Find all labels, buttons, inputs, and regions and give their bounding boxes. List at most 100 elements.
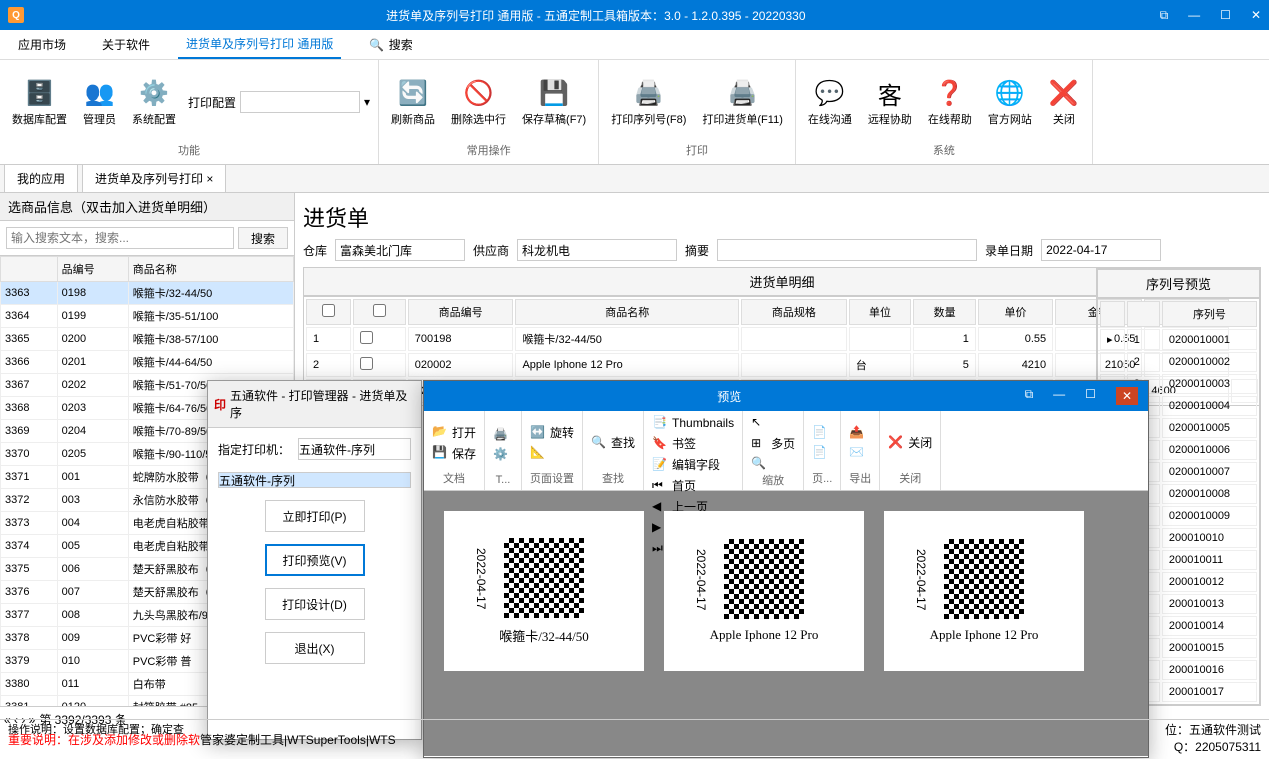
table-row[interactable]: 20200010002 — [1100, 352, 1257, 372]
printer-label: 指定打印机： — [218, 441, 290, 458]
exit-button[interactable]: 退出(X) — [265, 632, 365, 664]
table-row[interactable]: 33640199喉箍卡/35-51/100 — [1, 305, 294, 328]
tab-strip: 我的应用进货单及序列号打印 × — [0, 165, 1269, 193]
summary-input[interactable] — [717, 239, 977, 261]
label-preview: 2022-04-17Apple Iphone 12 Pro — [884, 511, 1084, 671]
online-help-icon: ❓ — [934, 77, 966, 109]
footer-path: 管家婆定制工具|WTSuperTools|WTS — [200, 731, 396, 748]
save-draft-icon: 💾 — [538, 77, 570, 109]
tab-1[interactable]: 进货单及序列号打印 × — [82, 164, 226, 192]
delete-row-button[interactable]: 🚫删除选中行 — [447, 73, 510, 131]
official-icon: 🌐 — [994, 77, 1026, 109]
preview-tool[interactable]: ❌关闭 — [888, 434, 932, 451]
menu-2[interactable]: 进货单及序列号打印 通用版 — [178, 30, 341, 59]
table-row[interactable]: 33630198喉箍卡/32-44/50 — [1, 282, 294, 305]
menu-3[interactable]: 🔍 搜索 — [361, 31, 420, 59]
preview-tool[interactable]: 📐 — [530, 445, 574, 461]
preview-tool[interactable]: 📑Thumbnails — [652, 415, 734, 431]
warehouse-select[interactable] — [335, 239, 465, 261]
supplier-label: 供应商 — [473, 242, 509, 259]
refresh-button[interactable]: 🔄刷新商品 — [387, 73, 439, 131]
table-row[interactable]: 33650200喉箍卡/38-57/100 — [1, 328, 294, 351]
product-panel-title: 选商品信息（双击加入进货单明细） — [0, 193, 294, 221]
close-icon: ❌ — [1048, 77, 1080, 109]
remote-button[interactable]: 客远程协助 — [864, 73, 916, 131]
print-config-select[interactable] — [240, 91, 360, 113]
close-button[interactable]: ❌关闭 — [1044, 73, 1084, 131]
official-button[interactable]: 🌐官方网站 — [984, 73, 1036, 131]
preview-tool[interactable]: ⏮首页 — [652, 477, 734, 494]
serial-header: 序列号预览 — [1097, 269, 1260, 298]
design-button[interactable]: 打印设计(D) — [265, 588, 365, 620]
preview-tool[interactable]: ↔️旋转 — [530, 424, 574, 441]
tab-0[interactable]: 我的应用 — [4, 164, 78, 192]
print-manager-dialog: 印 五通软件 - 打印管理器 - 进货单及序 指定打印机： 立即打印(P) 打印… — [207, 380, 422, 740]
minimize-icon[interactable]: — — [1188, 8, 1200, 23]
preview-tool[interactable]: ✉️ — [849, 445, 871, 461]
remote-icon: 客 — [874, 77, 906, 109]
printer-detail[interactable] — [218, 472, 411, 488]
menu-0[interactable]: 应用市场 — [10, 31, 74, 58]
maximize-icon[interactable]: ☐ — [1220, 8, 1231, 23]
supplier-select[interactable] — [517, 239, 677, 261]
app-icon: Q — [8, 7, 24, 23]
important-note: 重要说明：在涉及添加修改或删除软 — [8, 731, 200, 748]
preview-tool[interactable]: 📄 — [812, 425, 832, 441]
print-serial-icon: 🖨️ — [633, 77, 665, 109]
online-comm-icon: 💬 — [814, 77, 846, 109]
print-order-button[interactable]: 🖨️打印进货单(F11) — [698, 73, 786, 131]
tab-close-icon[interactable]: × — [206, 172, 213, 186]
preview-tool[interactable]: 💾保存 — [432, 445, 476, 462]
preview-min-icon[interactable]: — — [1053, 387, 1065, 405]
label-preview: 2022-04-17Apple Iphone 12 Pro — [664, 511, 864, 671]
sys-config-button[interactable]: ⚙️系统配置 — [128, 73, 180, 131]
printer-select[interactable] — [298, 438, 411, 460]
refresh-icon: 🔄 — [397, 77, 429, 109]
preview-tool[interactable]: 📄 — [812, 445, 832, 461]
preview-max-icon[interactable]: ☐ — [1085, 387, 1096, 405]
preview-close-icon[interactable]: ✕ — [1116, 387, 1138, 405]
qq-text: Q：2205075311 — [1165, 738, 1261, 755]
online-help-button[interactable]: ❓在线帮助 — [924, 73, 976, 131]
unit-status: 位：五通软件测试 Q：2205075311 — [1165, 721, 1261, 755]
window-controls: ⧉ — ☐ ✕ — [1160, 8, 1261, 23]
print-now-button[interactable]: 立即打印(P) — [265, 500, 365, 532]
preview-tool[interactable]: ↖ — [751, 415, 795, 431]
preview-tool[interactable]: 🔍查找 — [591, 434, 635, 451]
restore-icon[interactable]: ⧉ — [1160, 8, 1169, 23]
preview-tool[interactable]: 🖨️ — [493, 427, 513, 443]
date-label: 录单日期 — [985, 242, 1033, 259]
search-input[interactable] — [6, 227, 234, 249]
preview-tool[interactable]: 🔍 — [751, 456, 795, 472]
preview-tool[interactable]: 🔖书签 — [652, 435, 734, 452]
preview-titlebar: 预览 ⧉ — ☐ ✕ — [424, 381, 1148, 411]
menubar: 应用市场关于软件进货单及序列号打印 通用版 🔍 搜索 — [0, 30, 1269, 60]
admin-icon: 👥 — [84, 77, 116, 109]
ribbon: 🗄️数据库配置👥管理员⚙️系统配置打印配置▾功能🔄刷新商品🚫删除选中行💾保存草稿… — [0, 60, 1269, 165]
window-title: 进货单及序列号打印 通用版 - 五通定制工具箱版本：3.0 - 1.2.0.39… — [32, 7, 1160, 24]
preview-tool[interactable]: ⚙️ — [493, 447, 513, 463]
db-config-button[interactable]: 🗄️数据库配置 — [8, 73, 71, 131]
print-serial-button[interactable]: 🖨️打印序列号(F8) — [607, 73, 690, 131]
table-row[interactable]: 33660201喉箍卡/44-64/50 — [1, 351, 294, 374]
page-title: 进货单 — [303, 201, 1261, 233]
print-icon: 印 — [214, 396, 226, 413]
admin-button[interactable]: 👥管理员 — [79, 73, 120, 131]
menu-1[interactable]: 关于软件 — [94, 31, 158, 58]
online-comm-button[interactable]: 💬在线沟通 — [804, 73, 856, 131]
preview-tool[interactable]: 📝编辑字段 — [652, 456, 734, 473]
footer-bar: 重要说明：在涉及添加修改或删除软 管家婆定制工具|WTSuperTools|WT… — [0, 719, 1269, 759]
date-input[interactable] — [1041, 239, 1161, 261]
preview-tool[interactable]: ⊞多页 — [751, 435, 795, 452]
preview-toolbar: 📂打开💾保存文档🖨️⚙️T...↔️旋转📐页面设置🔍查找查找📑Thumbnail… — [424, 411, 1148, 491]
preview-tool[interactable]: 📂打开 — [432, 424, 476, 441]
close-icon[interactable]: ✕ — [1251, 8, 1261, 23]
save-draft-button[interactable]: 💾保存草稿(F7) — [518, 73, 590, 131]
form-row: 仓库 供应商 摘要 录单日期 — [303, 239, 1261, 261]
preview-canvas[interactable]: 2022-04-17喉箍卡/32-44/502022-04-17Apple Ip… — [424, 491, 1148, 756]
search-button[interactable]: 搜索 — [238, 227, 288, 249]
preview-button[interactable]: 打印预览(V) — [265, 544, 365, 576]
table-row[interactable]: ▸10200010001 — [1100, 329, 1257, 350]
preview-tool[interactable]: 📤 — [849, 425, 871, 441]
preview-restore-icon[interactable]: ⧉ — [1025, 387, 1034, 405]
